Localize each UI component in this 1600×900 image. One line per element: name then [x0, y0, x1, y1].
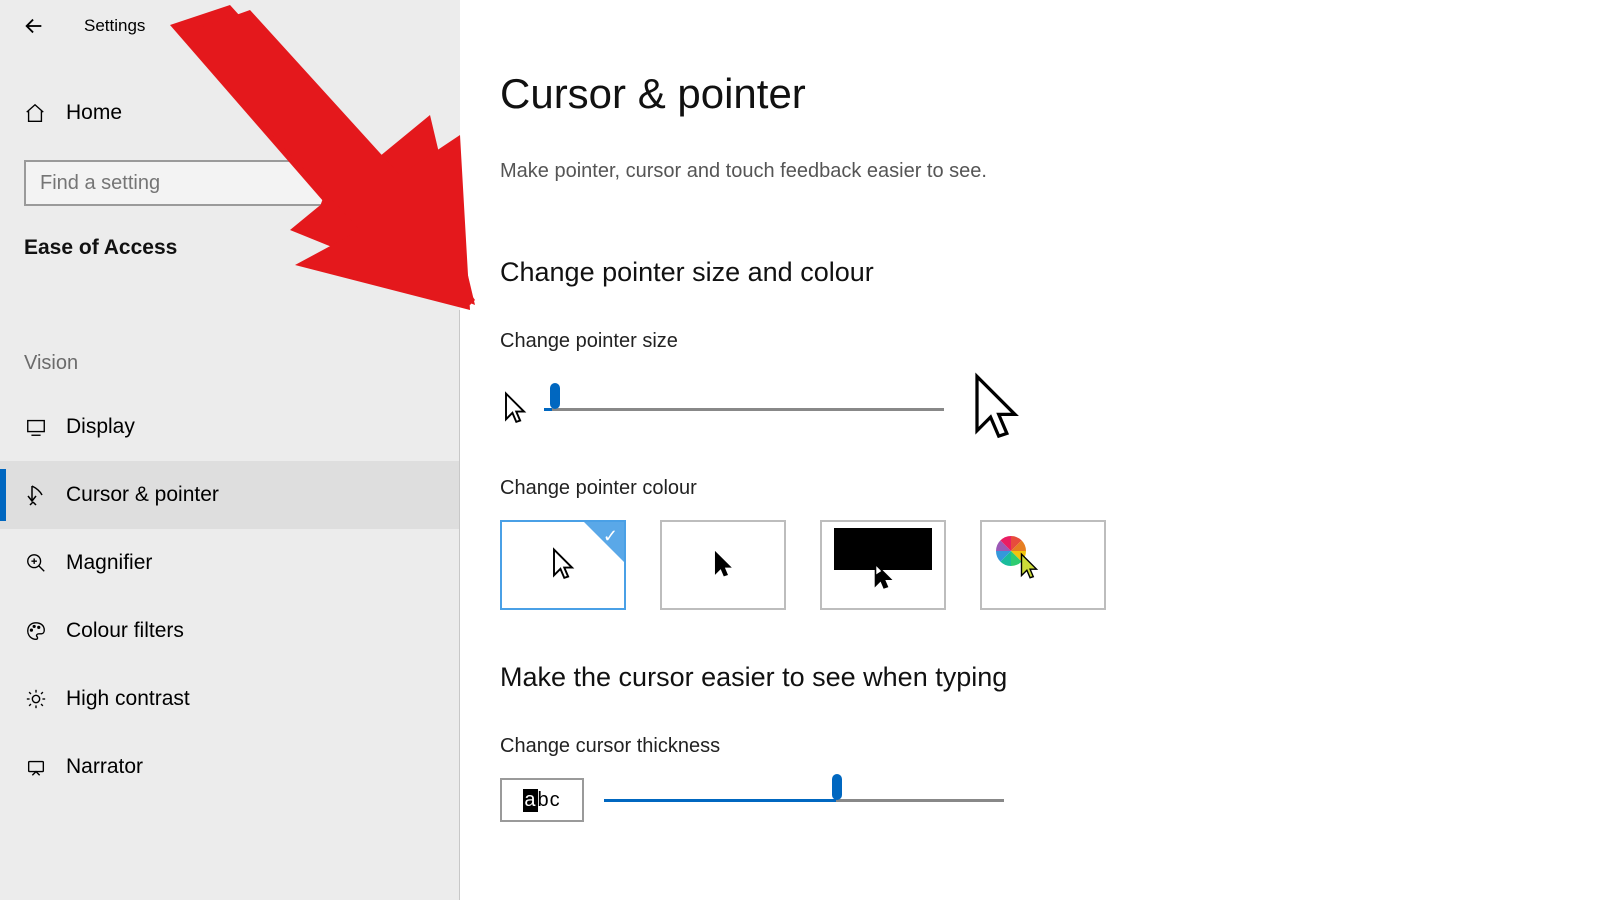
- sidebar-category: Ease of Access: [24, 236, 460, 260]
- sidebar-home-label: Home: [66, 101, 122, 125]
- cursor-white-icon: [550, 547, 576, 583]
- arrow-left-icon: [23, 15, 45, 37]
- colour-option-white[interactable]: ✓: [500, 520, 626, 610]
- cursor-thickness-preview: abc: [500, 778, 584, 822]
- colour-option-custom[interactable]: [980, 520, 1106, 610]
- sidebar-home[interactable]: Home: [0, 96, 460, 130]
- palette-icon: [24, 619, 48, 643]
- app-title: Settings: [84, 16, 145, 36]
- main-content: Cursor & pointer Make pointer, cursor an…: [460, 0, 1600, 900]
- sidebar-item-narrator[interactable]: Narrator: [0, 733, 460, 801]
- sidebar-item-label: Magnifier: [66, 551, 152, 575]
- page-subtitle: Make pointer, cursor and touch feedback …: [500, 160, 1600, 183]
- sidebar: Settings Home Ease of Access Vision: [0, 0, 460, 900]
- pointer-size-slider[interactable]: [544, 393, 944, 425]
- pointer-size-label: Change pointer size: [500, 330, 1600, 353]
- search-box[interactable]: [24, 160, 436, 206]
- narrator-icon: [24, 755, 48, 779]
- display-icon: [24, 415, 48, 439]
- sidebar-item-label: Display: [66, 415, 135, 439]
- back-button[interactable]: [20, 12, 48, 40]
- sidebar-item-magnifier[interactable]: Magnifier: [0, 529, 460, 597]
- cursor-black-icon: [712, 550, 734, 580]
- pointer-colour-options: ✓: [500, 520, 1600, 610]
- cursor-thickness-slider[interactable]: [604, 784, 1004, 816]
- cursor-large-icon: [968, 371, 1024, 447]
- check-icon: ✓: [603, 526, 618, 547]
- sidebar-item-display[interactable]: Display: [0, 393, 460, 461]
- colour-option-inverted[interactable]: [820, 520, 946, 610]
- page-title: Cursor & pointer: [500, 70, 1600, 118]
- window-header: Settings: [0, 0, 460, 40]
- search-icon: [402, 173, 422, 193]
- cursor-thickness-row: abc: [500, 778, 1600, 822]
- search-input[interactable]: [26, 172, 434, 195]
- sidebar-item-high-contrast[interactable]: High contrast: [0, 665, 460, 733]
- section-heading-cursor-typing: Make the cursor easier to see when typin…: [500, 662, 1600, 693]
- sidebar-item-label: Colour filters: [66, 619, 184, 643]
- colour-option-black[interactable]: [660, 520, 786, 610]
- magnifier-icon: [24, 551, 48, 575]
- cursor-yellow-icon: [1018, 552, 1040, 582]
- brightness-icon: [24, 687, 48, 711]
- sidebar-item-label: Narrator: [66, 755, 143, 779]
- home-icon: [24, 102, 46, 124]
- slider-thumb[interactable]: [550, 383, 560, 409]
- cursor-inverted-icon: [872, 562, 894, 592]
- pointer-size-row: [500, 371, 1600, 447]
- sidebar-item-cursor-pointer[interactable]: Cursor & pointer: [0, 461, 460, 529]
- sidebar-item-colour-filters[interactable]: Colour filters: [0, 597, 460, 665]
- pointer-colour-label: Change pointer colour: [500, 477, 1600, 500]
- sidebar-item-label: Cursor & pointer: [66, 483, 219, 507]
- sidebar-section-vision: Vision: [24, 352, 460, 375]
- sidebar-item-label: High contrast: [66, 687, 190, 711]
- abc-sample-text: bc: [538, 789, 561, 812]
- cursor-thickness-label: Change cursor thickness: [500, 735, 1600, 758]
- slider-thumb[interactable]: [832, 774, 842, 800]
- cursor-small-icon: [500, 391, 530, 427]
- section-heading-size-colour: Change pointer size and colour: [500, 257, 1600, 288]
- cursor-icon: [24, 483, 48, 507]
